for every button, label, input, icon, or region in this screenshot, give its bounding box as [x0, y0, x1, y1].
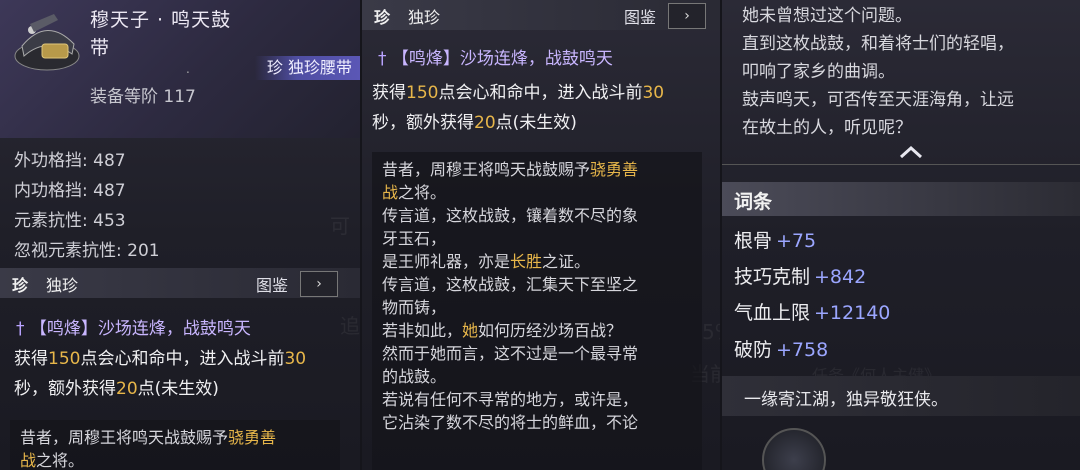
avatar	[762, 428, 826, 470]
item-level: 装备等阶 117	[90, 87, 196, 107]
effect-description: 获得150点会心和命中，进入战斗前30 秒，额外获得20点(未生效)	[372, 83, 665, 133]
item-tooltip-panel-left: 穆天子 · 鸣天鼓 带 . 珍 独珍腰带 装备等阶 117 外功格挡: 487 …	[0, 0, 360, 470]
section-title: 独珍	[408, 8, 441, 27]
divider	[722, 164, 1080, 165]
tujian-link[interactable]: 图鉴	[624, 4, 656, 28]
item-tooltip-panel-middle: 珍 独珍 图鉴 › † 【鸣烽】沙场连烽，战鼓鸣天 获得150点会心和命中，进入…	[362, 0, 720, 470]
tujian-link[interactable]: 图鉴	[256, 272, 288, 296]
motto-text: 一缘寄江湖，独异敬狂侠。	[744, 390, 948, 410]
stat-row: 外功格挡: 487	[14, 151, 126, 171]
unique-section-header: 珍 独珍 图鉴 ›	[0, 268, 360, 298]
background-text: 可	[330, 214, 350, 238]
rarity-badge: 珍	[374, 8, 391, 27]
entries-header: 词条	[722, 182, 1080, 216]
unique-section-header: 珍 独珍 图鉴 ›	[362, 0, 720, 30]
effect-title: † 【鸣烽】沙场连烽，战鼓鸣天	[378, 49, 613, 69]
lore-text-tail: 她未曾想过这个问题。 直到这枚战鼓，和着将士们的轻唱， 叩响了家乡的曲调。 鼓声…	[742, 6, 1014, 138]
stat-row: 忽视元素抗性: 201	[14, 241, 160, 261]
pin-icon: †	[16, 319, 25, 339]
item-name: 穆天子 · 鸣天鼓 带	[90, 9, 232, 59]
background-text: 5%	[702, 320, 720, 344]
background-text: 追	[340, 314, 360, 338]
belt-item-icon	[14, 14, 80, 71]
item-header: 穆天子 · 鸣天鼓 带 . 珍 独珍腰带 装备等阶 117	[0, 0, 360, 138]
rarity-tag: 珍 独珍腰带	[254, 56, 360, 80]
chevron-up-icon[interactable]	[898, 144, 924, 160]
effect-title: † 【鸣烽】沙场连烽，战鼓鸣天	[16, 319, 251, 339]
section-title: 独珍	[46, 276, 79, 295]
motto-bar: 一缘寄江湖，独异敬狂侠。	[722, 376, 1080, 416]
stat-row: 元素抗性: 453	[14, 211, 126, 231]
entry-row: 破防 +758	[734, 339, 829, 361]
stats-list: 外功格挡: 487 内功格挡: 487 元素抗性: 453 忽视元素抗性: 20…	[14, 146, 160, 266]
decor-dot: .	[186, 62, 190, 76]
lore-text: 昔者，周穆王将鸣天战鼓赐予骁勇善 战之将。	[10, 420, 340, 470]
chevron-right-icon[interactable]: ›	[300, 271, 338, 297]
stat-row: 内功格挡: 487	[14, 181, 126, 201]
rarity-badge: 珍	[12, 276, 29, 295]
item-tooltip-panel-right: 她未曾想过这个问题。 直到这枚战鼓，和着将士们的轻唱， 叩响了家乡的曲调。 鼓声…	[722, 0, 1080, 470]
entry-row: 根骨 +75	[734, 230, 817, 252]
lore-text: 昔者，周穆王将鸣天战鼓赐予骁勇善 战之将。 传言道，这枚战鼓，镶着数不尽的象 牙…	[372, 152, 702, 470]
effect-description: 获得150点会心和命中，进入战斗前30 秒，额外获得20点(未生效)	[14, 349, 307, 399]
entry-row: 技巧克制 +842	[734, 266, 867, 288]
entries-title: 词条	[734, 191, 773, 213]
entry-row: 气血上限 +12140	[734, 302, 891, 324]
pin-icon: †	[378, 49, 387, 69]
chevron-right-icon[interactable]: ›	[668, 3, 706, 29]
